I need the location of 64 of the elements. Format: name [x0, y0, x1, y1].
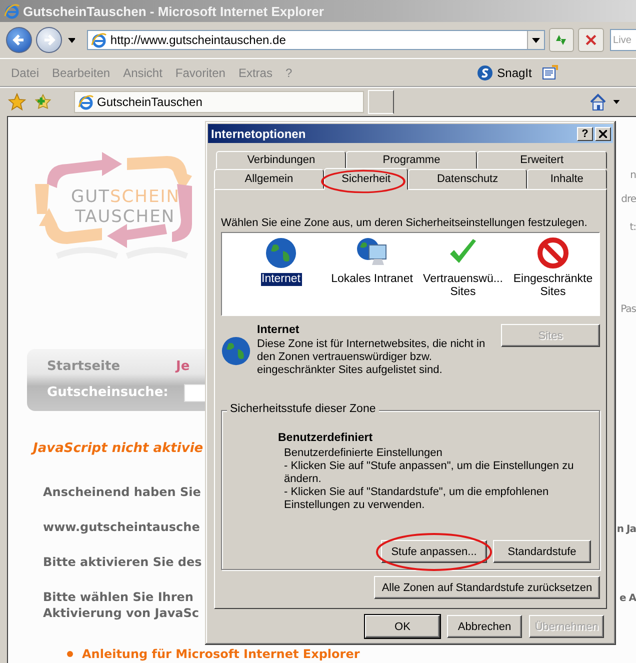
- back-button[interactable]: [6, 27, 32, 53]
- forward-button[interactable]: [36, 27, 62, 53]
- toolbar-button[interactable]: SnagIt: [497, 66, 532, 80]
- close-icon: [599, 130, 607, 138]
- dialog-tab[interactable]: Inhalte: [526, 169, 608, 189]
- browser-logo-icon: [4, 3, 20, 19]
- document-icon[interactable]: [542, 64, 558, 80]
- zone-label[interactable]: Internet: [260, 273, 302, 286]
- zone-label[interactable]: Eingeschränkte Sites: [512, 273, 594, 299]
- dropdown-icon[interactable]: [532, 38, 540, 42]
- warning-heading: JavaScript nicht aktivie: [33, 441, 210, 456]
- bullet-icon: [67, 651, 73, 657]
- paragraph-text: Bitte wählen Sie Ihren Aktivierung von JavaSc: [43, 589, 200, 621]
- address-field[interactable]: http://www.gutscheintauschen.de: [87, 30, 545, 50]
- zone-label[interactable]: Lokales Intranet: [330, 273, 414, 286]
- close-icon: [584, 33, 598, 47]
- zone-description: Diese Zone ist für Internetwebsites, die nicht in den Zonen vertrauenswürdiger bzw. eingeschränkter Sites aufgelistet sind.: [257, 338, 486, 377]
- dialog-title: Internetoptionen: [211, 126, 306, 140]
- stop-button[interactable]: [578, 28, 604, 52]
- page-text: dre: [621, 194, 636, 205]
- page-text: e A: [619, 593, 636, 604]
- zone-label[interactable]: Vertrauenswü... Sites: [422, 273, 504, 299]
- default-level-button[interactable]: Standardstufe: [493, 540, 591, 563]
- page-icon: [91, 32, 108, 48]
- browser-tab[interactable]: GutscheinTauschen: [74, 91, 364, 113]
- level-description: Benutzerdefinierte Einstellungen: [284, 447, 444, 460]
- home-icon[interactable]: [589, 93, 607, 111]
- new-tab-button[interactable]: [368, 90, 394, 114]
- paragraph-text: Bitte aktivieren Sie des: [43, 554, 203, 570]
- page-text: n Ja: [616, 524, 636, 535]
- refresh-button[interactable]: [548, 28, 574, 52]
- star-icon[interactable]: [8, 93, 26, 111]
- ok-button[interactable]: OK: [365, 615, 440, 638]
- caret-icon[interactable]: [68, 38, 76, 42]
- paragraph-text: www.gutscheintausche: [43, 519, 201, 535]
- reset-zones-button[interactable]: Alle Zonen auf Standardstufe zurücksetzen: [374, 576, 600, 599]
- page-text: Pas: [620, 304, 636, 315]
- level-name: Benutzerdefiniert: [278, 432, 374, 444]
- dialog-tab[interactable]: Datenschutz: [408, 169, 527, 189]
- zone-title: Internet: [257, 324, 300, 336]
- dialog-tab[interactable]: Allgemein: [214, 169, 324, 189]
- custom-level-button[interactable]: Stufe anpassen...: [381, 540, 487, 563]
- globe-icon: [221, 336, 251, 366]
- page-text: n: [630, 170, 636, 181]
- logo-text: TAUSCHEN: [75, 207, 176, 227]
- instruction-text: Wählen Sie eine Zone aus, um deren Sicherheitseinstellungen festzulegen.: [221, 217, 588, 229]
- caret-icon[interactable]: [613, 100, 620, 104]
- logo-text: GUTSCHEIN: [71, 187, 180, 207]
- page-icon: [78, 94, 94, 110]
- search-label: Gutscheinsuche:: [47, 385, 168, 400]
- paragraph-text: Anscheinend haben Sie: [43, 484, 202, 500]
- level-description: - Klicken Sie auf "Stufe anpassen", um die Einstellungen zu ändern.: [284, 460, 575, 486]
- close-button[interactable]: [595, 126, 611, 140]
- group-legend: Sicherheitsstufe dieser Zone: [227, 403, 379, 415]
- blocked-icon[interactable]: [537, 237, 569, 269]
- search-field[interactable]: Live: [610, 29, 636, 51]
- help-button[interactable]: ?: [577, 126, 593, 140]
- page-text: t:: [630, 222, 636, 233]
- level-description: - Klicken Sie auf "Standardstufe", um die empfohlenen Einstellungen zu verwenden.: [284, 486, 550, 512]
- cancel-button[interactable]: Abbrechen: [447, 615, 522, 638]
- snagit-logo-icon[interactable]: [477, 64, 494, 80]
- window-title: GutscheinTauschen - Microsoft Internet Explorer: [23, 4, 324, 18]
- dialog-tab[interactable]: Erweitert: [476, 151, 607, 169]
- globe-icon[interactable]: [265, 237, 297, 269]
